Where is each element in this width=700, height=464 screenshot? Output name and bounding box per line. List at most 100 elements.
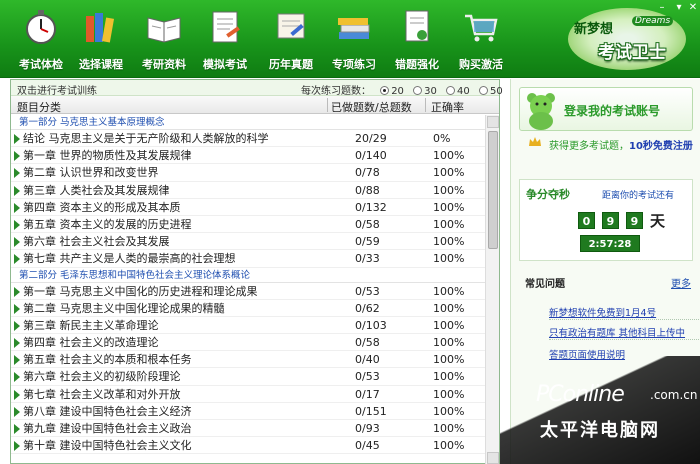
register-line: 获得更多考试题，10秒免费注册 xyxy=(549,137,693,152)
vertical-scrollbar[interactable] xyxy=(485,115,499,464)
toolbar-label: 专项练习 xyxy=(332,58,376,71)
column-header-rate[interactable]: 正确率 xyxy=(431,99,464,115)
table-row[interactable]: 第三章 新民主主义革命理论 0/103 100% xyxy=(11,317,486,335)
scroll-up-button[interactable] xyxy=(487,116,499,128)
row-rate: 100% xyxy=(433,439,465,453)
expand-arrow-icon xyxy=(14,202,20,213)
row-rate: 100% xyxy=(433,235,465,249)
table-row[interactable]: 第八章 建设中国特色社会主义经济 0/151 100% xyxy=(11,403,486,420)
toolbar-wrong-questions-button[interactable]: 错题强化 xyxy=(386,8,448,74)
expand-arrow-icon xyxy=(14,303,20,314)
toolbar-exam-check-button[interactable]: 考试体检 xyxy=(10,8,72,74)
table-row[interactable]: 第五章 资本主义的发展的历史进程 0/58 100% xyxy=(11,216,486,234)
row-name: 第一章 世界的物质性及其发展规律 xyxy=(23,149,192,163)
toolbar-buy-activate-button[interactable]: 购买激活 xyxy=(450,8,512,74)
toolbar-label: 错题强化 xyxy=(395,58,439,71)
row-done: 0/53 xyxy=(355,284,380,298)
section-header: 第一部分 马克思主义基本原理概念 xyxy=(11,115,486,130)
table-row[interactable]: 第五章 社会主义的本质和根本任务 0/40 100% xyxy=(11,351,486,369)
table-row[interactable]: 第七章 共产主义是人类的最崇高的社会理想 0/33 100% xyxy=(11,250,486,268)
row-done: 0/33 xyxy=(355,252,380,266)
toolbar-past-papers-button[interactable]: 历年真题 xyxy=(260,8,322,74)
row-name: 结论 马克思主义是关于无产阶级和人类解放的科学 xyxy=(23,132,269,145)
row-name: 第五章 社会主义的本质和根本任务 xyxy=(23,353,192,367)
panel-subheader: 双击进行考试训练 每次练习题数： 20 30 40 50 xyxy=(11,80,503,97)
exam-paper-icon xyxy=(206,8,244,46)
row-name: 第八章 建设中国特色社会主义经济 xyxy=(23,404,192,418)
toolbar-mock-exam-button[interactable]: 模拟考试 xyxy=(194,8,256,74)
table-row[interactable]: 第七章 社会主义改革和对外开放 0/17 100% xyxy=(11,386,486,403)
register-prefix: 获得更多考试题， xyxy=(549,141,629,152)
toolbar-label: 模拟考试 xyxy=(203,58,247,71)
row-rate: 100% xyxy=(433,200,465,214)
table-row[interactable]: 第二章 认识世界和改变世界 0/78 100% xyxy=(11,164,486,182)
toolbar-materials-button[interactable]: 考研资料 xyxy=(133,8,195,74)
row-name: 第五章 资本主义的发展的历史进程 xyxy=(23,217,192,231)
row-rate: 100% xyxy=(433,353,465,367)
scroll-thumb[interactable] xyxy=(488,131,498,249)
row-rate: 100% xyxy=(433,336,465,350)
table-row[interactable]: 第一章 世界的物质性及其发展规律 0/140 100% xyxy=(11,147,486,165)
column-header-category[interactable]: 题目分类 xyxy=(17,99,61,115)
logo-en-text: Dreams xyxy=(632,16,674,26)
open-book-icon xyxy=(145,8,183,46)
close-button[interactable]: ✕ xyxy=(686,2,700,14)
site-watermark: PConline .com.cn 太平洋电脑网 xyxy=(500,356,700,464)
free-register-link[interactable]: 10秒免费注册 xyxy=(629,141,693,152)
faq-item[interactable]: 只有政治有题库 其他科目上传中 xyxy=(549,325,685,339)
toolbar-label: 历年真题 xyxy=(269,58,313,71)
table-header: 题目分类 已做题数/总题数 正确率 xyxy=(11,96,499,114)
table-row[interactable]: 第九章 建设中国特色社会主义政治 0/93 100% xyxy=(11,420,486,438)
table-row[interactable]: 第一章 马克思主义中国化的历史进程和理论成果 0/53 100% xyxy=(11,283,486,300)
table-row[interactable]: 第三章 人类社会及其发展规律 0/88 100% xyxy=(11,182,486,199)
row-name: 第七章 共产主义是人类的最崇高的社会理想 xyxy=(23,252,236,266)
row-done: 0/93 xyxy=(355,422,380,435)
table-row[interactable]: 第六章 社会主义的初级阶段理论 0/53 100% xyxy=(11,368,486,386)
table-row[interactable]: 第二章 马克思主义中国化理论成果的精髓 0/62 100% xyxy=(11,300,486,317)
day-digit: 0 xyxy=(578,212,595,229)
faq-more-link[interactable]: 更多 xyxy=(671,275,691,290)
book-stack-icon xyxy=(335,8,373,46)
minimize-button[interactable]: – xyxy=(655,2,669,14)
table-row[interactable]: 第四章 社会主义的改造理论 0/58 100% xyxy=(11,334,486,352)
radio-20[interactable] xyxy=(380,86,390,95)
expand-arrow-icon xyxy=(14,320,20,331)
login-account-link[interactable]: 登录我的考试账号 xyxy=(564,102,660,119)
row-rate: 100% xyxy=(433,301,465,315)
section-header: 第二部分 毛泽东思想和中国特色社会主义理论体系概论 xyxy=(11,268,486,283)
table-row[interactable]: 第六章 社会主义社会及其发展 0/59 100% xyxy=(11,233,486,251)
row-done: 0/103 xyxy=(355,318,387,332)
radio-30[interactable] xyxy=(413,86,423,95)
expand-arrow-icon xyxy=(14,389,20,400)
watermark-domain: .com.cn xyxy=(650,388,698,402)
faq-divider xyxy=(549,319,699,320)
bear-mascot-icon xyxy=(524,90,558,130)
table-row[interactable]: 结论 马克思主义是关于无产阶级和人类解放的科学 20/29 0% xyxy=(11,130,486,148)
expand-arrow-icon xyxy=(14,168,20,179)
expand-arrow-icon xyxy=(14,441,20,452)
row-done: 0/59 xyxy=(355,235,380,249)
row-done: 20/29 xyxy=(355,132,387,145)
row-done: 0/132 xyxy=(355,200,387,214)
row-rate: 100% xyxy=(433,284,465,298)
radio-50[interactable] xyxy=(478,86,488,95)
table-row[interactable]: 第四章 资本主义的形成及其本质 0/132 100% xyxy=(11,199,486,216)
countdown-title: 争分夺秒 xyxy=(526,188,570,201)
scroll-down-button[interactable] xyxy=(487,452,499,464)
table-row[interactable]: 第十章 建设中国特色社会主义文化 0/45 100% xyxy=(11,437,486,455)
countdown-time: 2:57:28 xyxy=(580,235,640,252)
toolbar-label: 考研资料 xyxy=(142,58,186,71)
scroll-icon xyxy=(272,8,310,46)
row-done: 0/151 xyxy=(355,404,387,418)
toolbar-select-course-button[interactable]: 选择课程 xyxy=(70,8,132,74)
day-digit: 9 xyxy=(602,212,619,229)
row-name: 第三章 新民主主义革命理论 xyxy=(23,318,159,332)
settings-button[interactable]: ▾ xyxy=(672,2,686,14)
radio-40[interactable] xyxy=(446,86,456,95)
toolbar-label: 购买激活 xyxy=(459,58,503,71)
row-rate: 100% xyxy=(433,217,465,231)
row-rate: 100% xyxy=(433,404,465,418)
faq-item[interactable]: 新梦想软件免费到1月4号 xyxy=(549,305,656,319)
toolbar-special-practice-button[interactable]: 专项练习 xyxy=(323,8,385,74)
column-header-done[interactable]: 已做题数/总题数 xyxy=(331,99,412,115)
